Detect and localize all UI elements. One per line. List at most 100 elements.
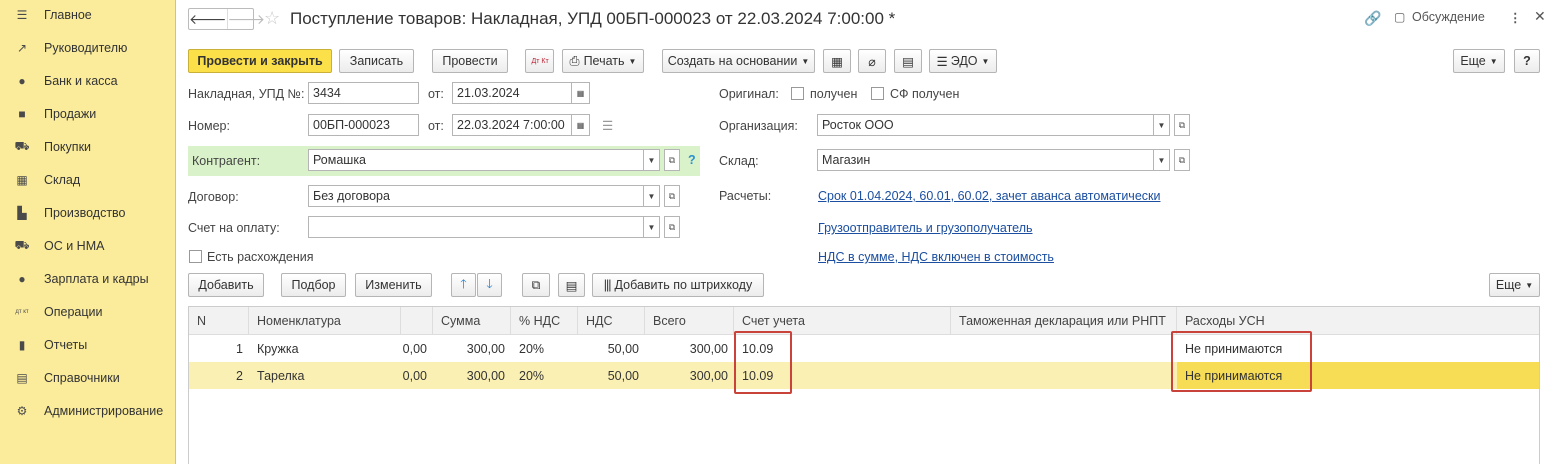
save-button[interactable]: Записать bbox=[339, 49, 414, 73]
counterparty-field[interactable]: Ромашка bbox=[308, 149, 644, 171]
help-icon[interactable]: ? bbox=[688, 153, 696, 167]
history-icon[interactable]: ☰ bbox=[602, 118, 613, 133]
column-header[interactable] bbox=[401, 307, 433, 335]
copy-icon[interactable]: ⧉ bbox=[522, 273, 550, 297]
sidebar-item-admin[interactable]: ⚙ Администрирование bbox=[0, 396, 176, 426]
structure-button[interactable]: ▦ bbox=[823, 49, 851, 73]
vat-cell[interactable]: 50,00 bbox=[578, 362, 645, 389]
column-header[interactable]: N bbox=[189, 307, 249, 335]
post-button[interactable]: Провести bbox=[432, 49, 508, 73]
move-down-icon[interactable]: 🡓 bbox=[477, 273, 502, 297]
invoice-date-field[interactable]: 21.03.2024 bbox=[452, 82, 572, 104]
shipper-link[interactable]: Грузоотправитель и грузополучатель bbox=[818, 221, 1033, 235]
sidebar-item-manager[interactable]: ↗ Руководителю bbox=[0, 33, 176, 63]
create-based-on-button[interactable]: Создать на основании ▼ bbox=[662, 49, 815, 73]
edo-button[interactable]: ☰ ЭДО ▼ bbox=[929, 49, 997, 73]
attach-button[interactable]: ⌀ bbox=[858, 49, 886, 73]
sidebar-item-assets[interactable]: ⛟ ОС и НМА bbox=[0, 231, 176, 261]
open-icon[interactable]: ⧉ bbox=[664, 149, 680, 171]
sidebar-item-warehouse[interactable]: ▦ Склад bbox=[0, 165, 176, 195]
dt-kt-icon: Дт Кт bbox=[531, 57, 549, 65]
table-more-button[interactable]: Еще ▼ bbox=[1489, 273, 1540, 297]
print-label: Печать bbox=[583, 54, 625, 68]
print-button[interactable]: ⎙ Печать ▼ bbox=[562, 49, 644, 73]
add-row-button[interactable]: Добавить bbox=[188, 273, 264, 297]
invoice-number-field[interactable]: 3434 bbox=[308, 82, 419, 104]
more-button[interactable]: Еще ▼ bbox=[1453, 49, 1505, 73]
pick-button[interactable]: Подбор bbox=[281, 273, 346, 297]
table-row[interactable]: 2 Тарелка 0,00 300,00 20% 50,00 300,00 1… bbox=[189, 362, 1539, 389]
sidebar-item-reports[interactable]: ▮ Отчеты bbox=[0, 330, 176, 360]
move-up-icon[interactable]: 🡑 bbox=[451, 273, 476, 297]
price-cell[interactable]: 0,00 bbox=[401, 362, 433, 389]
dt-kt-button[interactable]: Дт Кт bbox=[525, 49, 554, 73]
link-icon[interactable]: 🔗 bbox=[1364, 10, 1381, 27]
sidebar-item-references[interactable]: ▤ Справочники bbox=[0, 363, 176, 393]
discussion-button[interactable]: Обсуждение bbox=[1412, 10, 1485, 24]
sum-cell[interactable]: 300,00 bbox=[433, 362, 511, 389]
column-header[interactable]: Номенклатура bbox=[249, 307, 401, 335]
back-arrow-icon[interactable]: 🡐 bbox=[189, 9, 227, 29]
add-by-barcode-button[interactable]: ||| Добавить по штрихкоду bbox=[592, 273, 764, 297]
favorite-star-icon[interactable]: ☆ bbox=[264, 8, 280, 29]
customs-cell[interactable] bbox=[951, 335, 1177, 362]
chevron-down-icon[interactable]: ▼ bbox=[644, 149, 660, 171]
contract-field[interactable]: Без договора bbox=[308, 185, 644, 207]
forward-arrow-icon[interactable]: 🡒 bbox=[226, 9, 265, 29]
open-icon[interactable]: ⧉ bbox=[1174, 114, 1190, 136]
total-cell[interactable]: 300,00 bbox=[645, 362, 734, 389]
sidebar-item-bank[interactable]: ● Банк и касса bbox=[0, 66, 176, 96]
sidebar-item-salary[interactable]: ● Зарплата и кадры bbox=[0, 264, 176, 294]
received-checkbox[interactable] bbox=[791, 87, 804, 100]
structure-icon: ▦ bbox=[831, 54, 843, 69]
sidebar-item-main[interactable]: ☰ Главное bbox=[0, 0, 176, 30]
sidebar-item-operations[interactable]: дт кт Операции bbox=[0, 297, 176, 327]
chat-icon[interactable]: ▢ bbox=[1394, 10, 1405, 24]
chevron-down-icon[interactable]: ▼ bbox=[1154, 149, 1170, 171]
edit-button[interactable]: Изменить bbox=[355, 273, 432, 297]
nomenclature-cell[interactable]: Кружка bbox=[249, 335, 401, 362]
sf-received-checkbox[interactable] bbox=[871, 87, 884, 100]
post-and-close-button[interactable]: Провести и закрыть bbox=[188, 49, 332, 73]
organization-field[interactable]: Росток ООО bbox=[817, 114, 1154, 136]
chevron-down-icon[interactable]: ▼ bbox=[644, 185, 660, 207]
close-icon[interactable]: ✕ bbox=[1534, 8, 1546, 25]
column-header[interactable]: Сумма bbox=[433, 307, 511, 335]
vat-rate-cell[interactable]: 20% bbox=[511, 362, 578, 389]
more-vertical-icon[interactable]: ⋮ bbox=[1509, 10, 1522, 25]
price-cell[interactable]: 0,00 bbox=[401, 335, 433, 362]
vat-link[interactable]: НДС в сумме, НДС включен в стоимость bbox=[818, 250, 1054, 264]
warehouse-field[interactable]: Магазин bbox=[817, 149, 1154, 171]
help-button[interactable]: ? bbox=[1514, 49, 1540, 73]
nomenclature-cell[interactable]: Тарелка bbox=[249, 362, 401, 389]
total-cell[interactable]: 300,00 bbox=[645, 335, 734, 362]
column-header[interactable]: % НДС bbox=[511, 307, 578, 335]
chevron-down-icon[interactable]: ▼ bbox=[644, 216, 660, 238]
sidebar-item-sales[interactable]: ■ Продажи bbox=[0, 99, 176, 129]
discrepancy-checkbox[interactable] bbox=[189, 250, 202, 263]
printer-icon: ⎙ bbox=[569, 53, 580, 68]
factory-icon: ▙ bbox=[17, 206, 27, 220]
vat-rate-cell[interactable]: 20% bbox=[511, 335, 578, 362]
invoice-pay-field[interactable] bbox=[308, 216, 644, 238]
sum-cell[interactable]: 300,00 bbox=[433, 335, 511, 362]
settlements-link[interactable]: Срок 01.04.2024, 60.01, 60.02, зачет ава… bbox=[818, 189, 1160, 203]
table-row[interactable]: 1 Кружка 0,00 300,00 20% 50,00 300,00 10… bbox=[189, 335, 1539, 362]
customs-cell[interactable] bbox=[951, 362, 1177, 389]
column-header[interactable]: НДС bbox=[578, 307, 645, 335]
number-field[interactable]: 00БП-000023 bbox=[308, 114, 419, 136]
open-icon[interactable]: ⧉ bbox=[664, 185, 680, 207]
chevron-down-icon[interactable]: ▼ bbox=[1154, 114, 1170, 136]
calendar-icon[interactable]: ▦ bbox=[572, 82, 590, 104]
calendar-icon[interactable]: ▦ bbox=[572, 114, 590, 136]
sidebar-item-production[interactable]: ▙ Производство bbox=[0, 198, 176, 228]
vat-cell[interactable]: 50,00 bbox=[578, 335, 645, 362]
open-icon[interactable]: ⧉ bbox=[664, 216, 680, 238]
column-header[interactable]: Всего bbox=[645, 307, 734, 335]
sidebar-item-purchases[interactable]: ⛟ Покупки bbox=[0, 132, 176, 162]
column-header[interactable]: Таможенная декларация или РНПТ bbox=[951, 307, 1177, 335]
paste-icon[interactable]: ▤ bbox=[558, 273, 585, 297]
document-button[interactable]: ▤ bbox=[894, 49, 922, 73]
number-date-field[interactable]: 22.03.2024 7:00:00 bbox=[452, 114, 572, 136]
open-icon[interactable]: ⧉ bbox=[1174, 149, 1190, 171]
